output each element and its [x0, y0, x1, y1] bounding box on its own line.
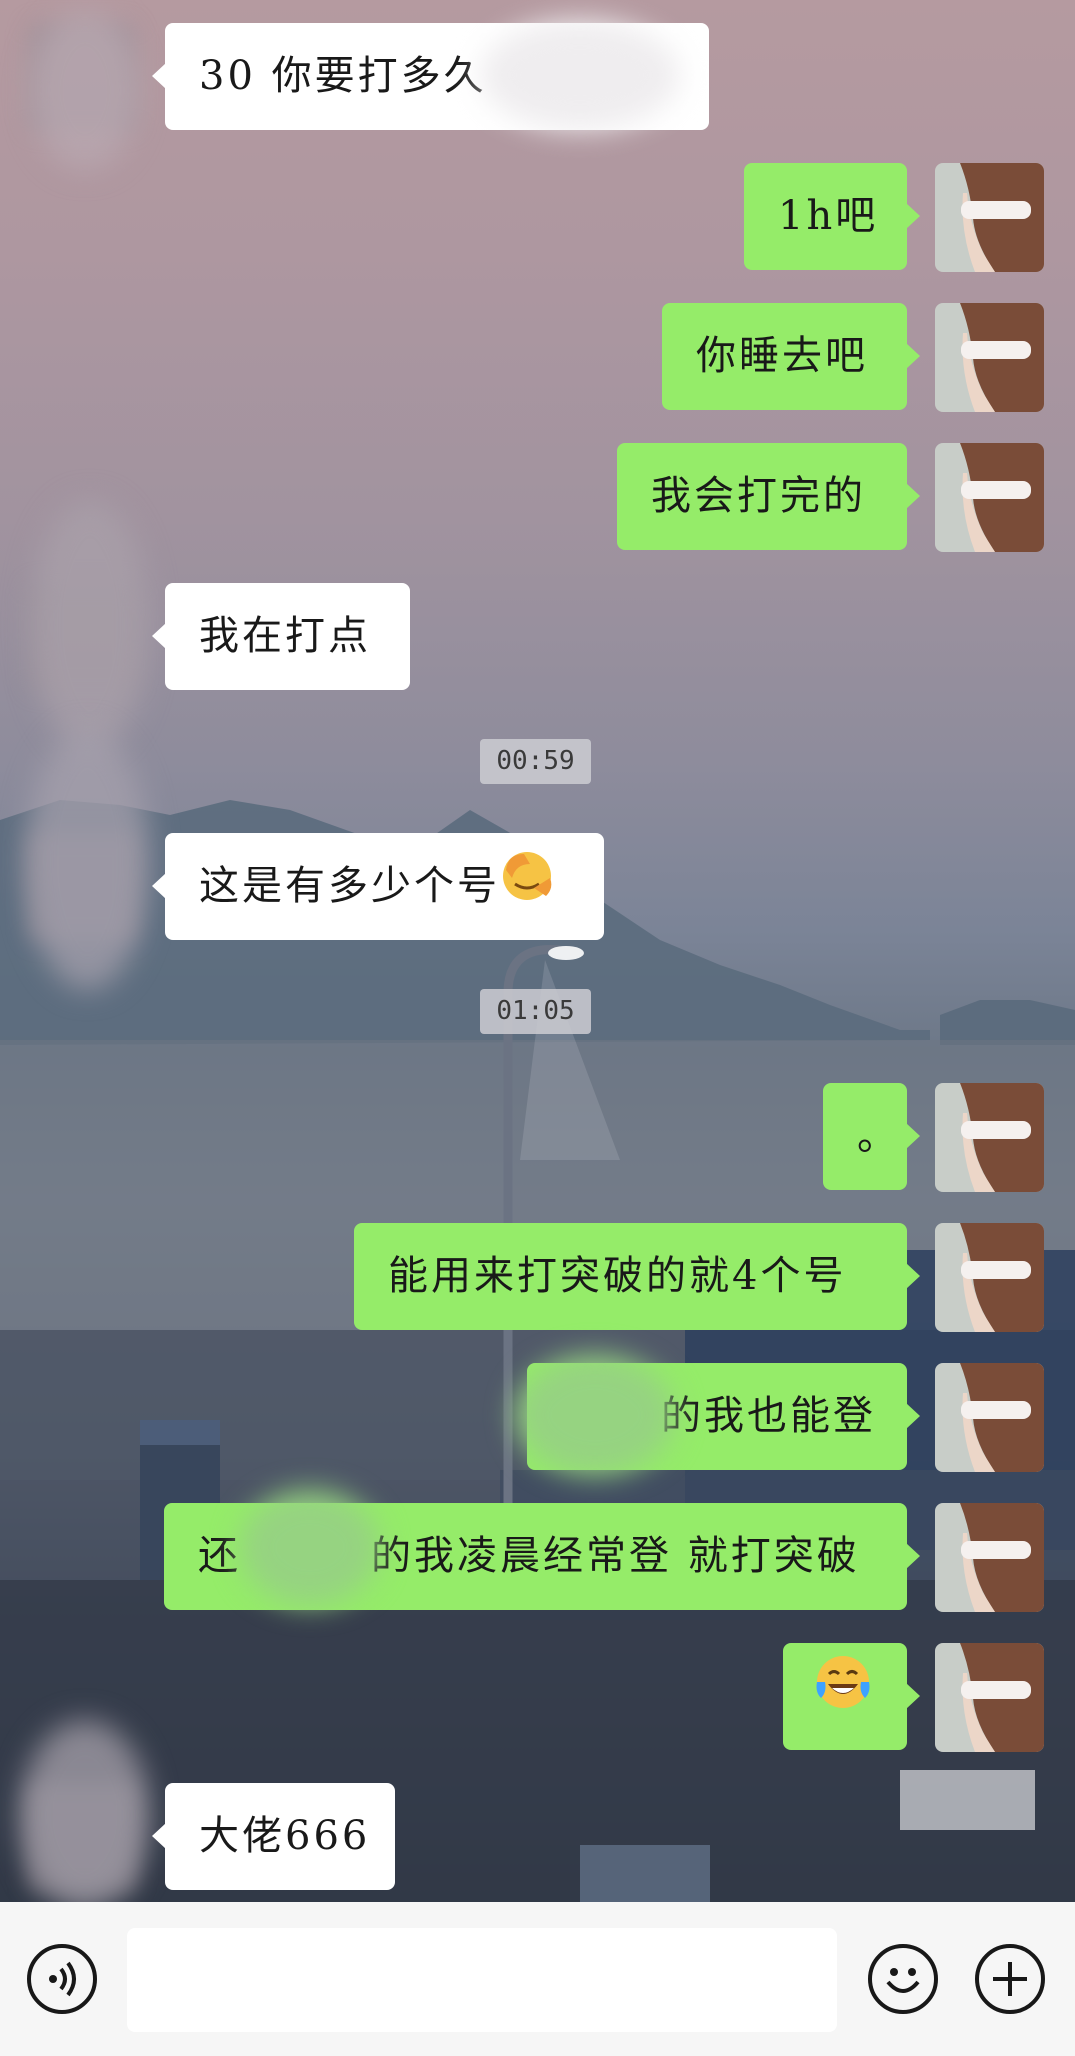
message-bubble[interactable]: 大佬666	[152, 1783, 395, 1890]
facepalm-emoji	[500, 836, 554, 943]
message-bubble[interactable]: 我在打点	[152, 583, 410, 690]
plus-icon[interactable]	[975, 1944, 1045, 2014]
message-text: 我会打完的	[651, 473, 866, 519]
privacy-blur	[25, 730, 150, 990]
message-text: 我在打点	[199, 613, 371, 659]
privacy-blur	[480, 20, 680, 130]
message-text: 你睡去吧	[696, 333, 868, 379]
my-avatar[interactable]	[935, 1643, 1044, 1752]
message-bubble[interactable]: 。	[823, 1083, 920, 1190]
message-text: 能用来打突破的就4个号	[388, 1253, 847, 1299]
message-text: 1h吧	[778, 193, 879, 239]
tears-of-joy-emoji	[813, 1646, 873, 1753]
message-text-start: 还	[198, 1533, 241, 1579]
message-text: 这是有多少个号	[199, 863, 500, 909]
privacy-blur	[30, 500, 150, 750]
my-avatar[interactable]	[935, 303, 1044, 412]
message-text: 30 你要打多久	[199, 53, 487, 99]
message-bubble[interactable]: 你睡去吧	[662, 303, 920, 410]
my-avatar[interactable]	[935, 1223, 1044, 1332]
privacy-blur	[30, 10, 140, 170]
chat-input-bar	[0, 1902, 1075, 2056]
privacy-blur	[240, 1490, 380, 1605]
message-text: 大佬666	[199, 1813, 371, 1859]
message-input[interactable]	[127, 1928, 837, 2032]
my-avatar[interactable]	[935, 443, 1044, 552]
message-bubble[interactable]	[783, 1643, 920, 1753]
my-avatar[interactable]	[935, 163, 1044, 272]
message-bubble[interactable]: 我会打完的	[617, 443, 920, 550]
message-bubble[interactable]: 能用来打突破的就4个号	[354, 1223, 920, 1330]
my-avatar[interactable]	[935, 1083, 1044, 1192]
chat-screen: 30 你要打多久 1h吧 你睡去吧 我会打完的 我在打点 00:59 这是有多少…	[0, 0, 1075, 2056]
voice-icon[interactable]	[27, 1944, 97, 2014]
my-avatar[interactable]	[935, 1503, 1044, 1612]
message-text: 的我也能登	[661, 1393, 876, 1439]
message-text: 。	[857, 1113, 900, 1159]
timestamp: 01:05	[480, 989, 591, 1034]
my-avatar[interactable]	[935, 1363, 1044, 1472]
message-bubble[interactable]: 这是有多少个号	[152, 833, 604, 943]
message-text-end: 的我凌晨经常登 就打突破	[371, 1533, 860, 1579]
timestamp: 00:59	[480, 739, 591, 784]
emoji-icon[interactable]	[868, 1944, 938, 2014]
privacy-blur	[515, 1355, 675, 1475]
privacy-blur	[20, 1720, 150, 1910]
chat-background-wallpaper	[0, 800, 1075, 1902]
message-bubble[interactable]: 1h吧	[744, 163, 920, 270]
